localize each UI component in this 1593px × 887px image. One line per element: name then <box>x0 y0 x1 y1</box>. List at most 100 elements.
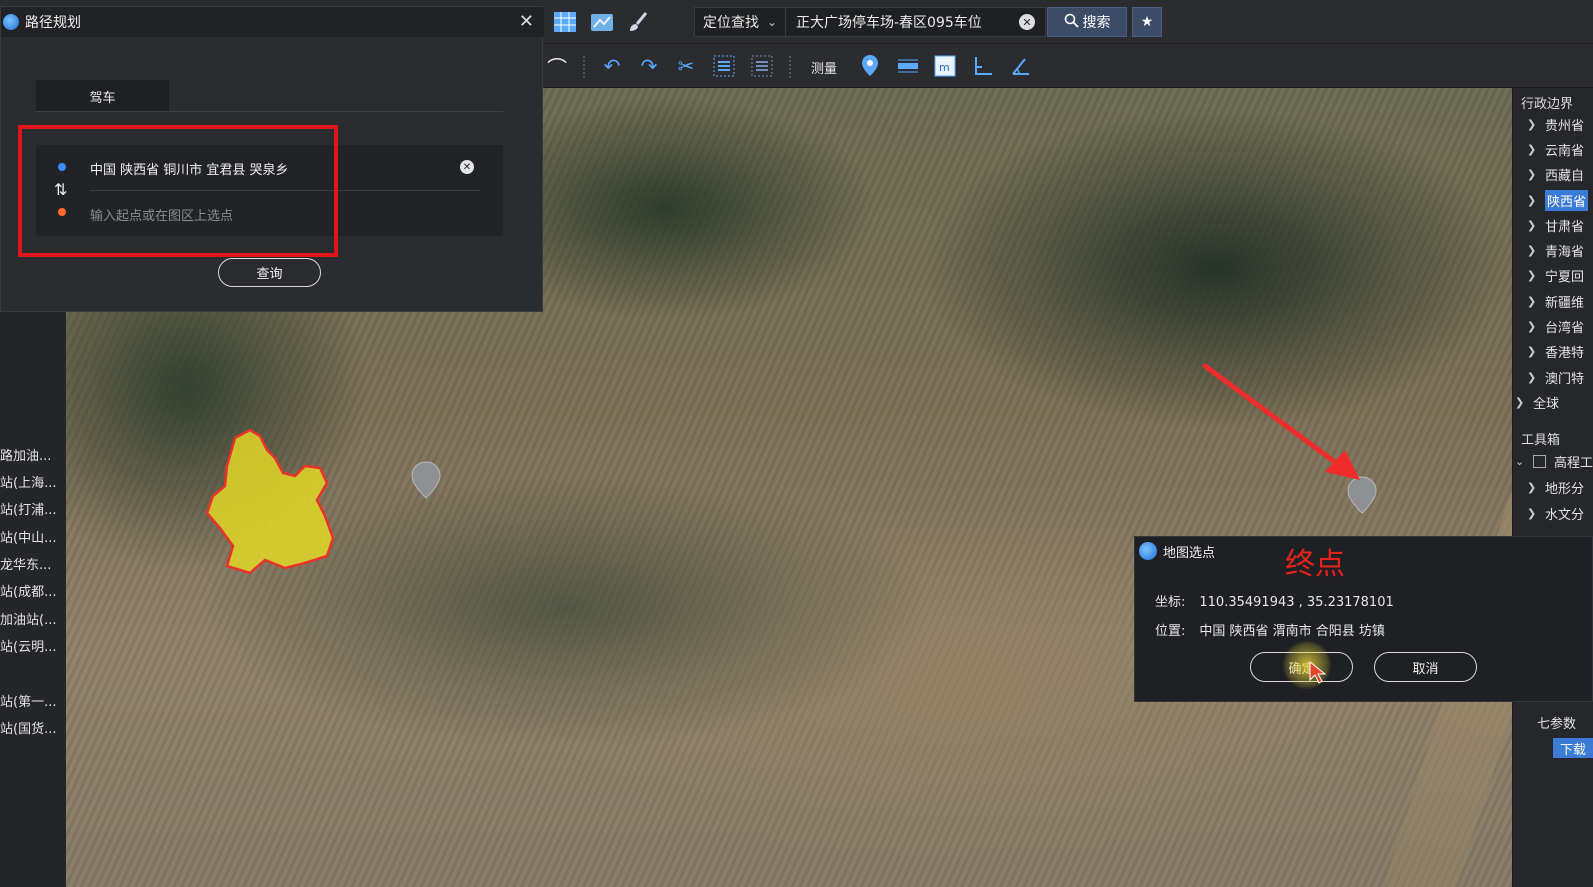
mouse-cursor-icon <box>1309 660 1327 684</box>
chevron-right-icon: ❯ <box>1527 295 1537 308</box>
chevron-right-icon: ❯ <box>1527 507 1537 520</box>
scissors-icon[interactable]: ✂ <box>672 52 700 80</box>
coordinate-value: 110.35491943 , 35.23178101 <box>1199 595 1394 610</box>
seven-param-label: 七参数 <box>1537 717 1577 732</box>
download-button[interactable]: 下载 <box>1553 738 1593 758</box>
distance-icon[interactable] <box>894 52 922 80</box>
search-value: 正大广场停车场-春区095车位 <box>796 15 982 31</box>
position-row: 位置: 中国 陕西省 渭南市 合阳县 坊镇 <box>1155 620 1385 639</box>
chevron-right-icon: ❯ <box>1527 371 1537 384</box>
chevron-right-icon: ❯ <box>1527 481 1537 494</box>
query-button[interactable]: 查询 <box>218 258 321 287</box>
svg-text:m: m <box>939 61 950 74</box>
chevron-down-icon: ⌄ <box>1515 455 1525 468</box>
dialog-title: 路径规划 <box>25 15 81 31</box>
undo-icon[interactable]: ↶ <box>598 52 626 80</box>
edit-toolbar: ⌒ ↶ ↷ ✂ 测量 m <box>543 44 1593 88</box>
list-item[interactable]: 站(打浦... <box>0 499 56 518</box>
lasso-icon[interactable]: ⌒ <box>543 52 571 80</box>
chevron-right-icon: ❯ <box>1527 219 1537 232</box>
list-item[interactable]: 加油站(... <box>0 609 56 628</box>
position-label: 位置: <box>1155 624 1186 639</box>
dialog-title-bar[interactable]: 路径规划 ✕ <box>1 7 544 37</box>
chevron-right-icon: ❯ <box>1527 143 1537 156</box>
cancel-button[interactable]: 取消 <box>1374 652 1477 682</box>
tree-item-region[interactable]: ❯ 香港特 <box>1527 342 1584 361</box>
grid-map-icon[interactable] <box>551 8 579 36</box>
list-item[interactable]: 站(上海... <box>0 472 56 491</box>
poi-result-list: 路加油... 站(上海... 站(打浦... 站(中山... 龙华东... 站(… <box>0 310 66 887</box>
chevron-right-icon: ❯ <box>1515 396 1525 409</box>
coordinate-label: 坐标: <box>1155 595 1186 610</box>
list-item[interactable]: 站(国货... <box>0 718 56 737</box>
tree-item-tool[interactable]: ❯ 水文分 <box>1527 504 1584 523</box>
tree-item-region[interactable]: ❯ 甘肃省 <box>1527 216 1584 235</box>
list-select-icon[interactable] <box>710 52 738 80</box>
dialog-title-bar[interactable]: 地图选点 <box>1135 537 1593 565</box>
search-button[interactable]: 搜索 <box>1047 7 1127 37</box>
search-input[interactable]: 正大广场停车场-春区095车位 ✕ <box>786 7 1046 37</box>
right-layer-panel: 行政边界 ❯ 贵州省 ❯ 云南省 ❯ 西藏自 ❯ 陕西省 ❯ 甘肃省 ❯ 青海省 ❯ 宁夏回 … <box>1512 88 1593 887</box>
toolbar-separator <box>789 56 793 78</box>
coordinate-row: 坐标: 110.35491943 , 35.23178101 <box>1155 591 1394 610</box>
brush-icon[interactable] <box>624 8 652 36</box>
clear-search-icon[interactable]: ✕ <box>1019 14 1035 30</box>
map-pin-icon[interactable] <box>411 461 441 499</box>
tree-item-region[interactable]: ❯ 新疆维 <box>1527 292 1584 311</box>
end-point-annotation: 终点 <box>1285 547 1345 582</box>
tree-item-tool[interactable]: ❯ 地形分 <box>1527 478 1584 497</box>
favorite-button[interactable]: ★ <box>1132 7 1162 37</box>
chevron-right-icon: ❯ <box>1527 118 1537 131</box>
measure-label: 测量 <box>811 62 838 77</box>
locate-mode-label: 定位查找 <box>703 15 759 31</box>
app-logo-icon <box>1139 542 1157 560</box>
search-button-label: 搜索 <box>1082 15 1111 31</box>
list-item[interactable]: 路加油... <box>0 445 51 464</box>
tree-item-region[interactable]: ❯ 台湾省 <box>1527 317 1584 336</box>
close-icon[interactable]: ✕ <box>519 11 534 32</box>
map-layer-icon[interactable] <box>588 8 616 36</box>
chevron-right-icon: ❯ <box>1527 320 1537 333</box>
search-icon <box>1064 13 1079 32</box>
chevron-down-icon: ⌄ <box>766 15 777 29</box>
tree-item-tool[interactable]: ⌄ 高程工 <box>1515 452 1593 471</box>
angle-icon[interactable] <box>1006 52 1034 80</box>
list-item[interactable]: 站(中山... <box>0 527 56 546</box>
tree-item-region[interactable]: ❯ 西藏自 <box>1527 165 1584 184</box>
admin-boundary-title: 行政边界 <box>1521 97 1574 112</box>
area-icon[interactable]: m <box>931 52 959 80</box>
list-item[interactable]: 龙华东... <box>0 554 51 573</box>
locate-mode-select[interactable]: 定位查找 ⌄ <box>694 7 786 37</box>
star-icon: ★ <box>1140 14 1154 30</box>
tree-item-region[interactable]: ❯ 云南省 <box>1527 140 1584 159</box>
list-item[interactable]: 站(成都... <box>0 581 56 600</box>
height-icon[interactable] <box>969 52 997 80</box>
list-item[interactable]: 站(第一... <box>0 691 56 710</box>
chevron-right-icon: ❯ <box>1527 244 1537 257</box>
tree-item-global[interactable]: ❯ 全球 <box>1515 393 1559 412</box>
route-planning-dialog: 路径规划 ✕ 驾车 中国 陕西省 铜川市 宜君县 哭泉乡 ✕ ⇅ 输入起点或在图… <box>0 6 544 312</box>
annotation-highlight-box <box>18 125 338 257</box>
tree-item-region-selected[interactable]: ❯ 陕西省 <box>1527 190 1589 211</box>
location-pin-icon[interactable] <box>856 52 884 80</box>
map-pick-dialog: 地图选点 终点 坐标: 110.35491943 , 35.23178101 位置… <box>1134 536 1593 702</box>
tab-drive[interactable]: 驾车 <box>36 80 169 112</box>
list-item[interactable]: 站(云明... <box>0 636 56 655</box>
tab-underline <box>36 111 503 112</box>
list-deselect-icon[interactable] <box>748 52 776 80</box>
clear-start-icon[interactable]: ✕ <box>460 160 474 174</box>
grid-icon <box>1533 455 1546 468</box>
chevron-right-icon: ❯ <box>1527 194 1537 207</box>
app-logo-icon <box>3 14 19 30</box>
annotation-arrow <box>1202 363 1360 480</box>
tree-item-region[interactable]: ❯ 贵州省 <box>1527 115 1584 134</box>
redo-icon[interactable]: ↷ <box>635 52 663 80</box>
tree-item-region[interactable]: ❯ 澳门特 <box>1527 368 1584 387</box>
toolbox-title: 工具箱 <box>1521 433 1561 448</box>
tree-item-region[interactable]: ❯ 宁夏回 <box>1527 266 1584 285</box>
chevron-right-icon: ❯ <box>1527 168 1537 181</box>
highlighted-region[interactable] <box>205 428 340 578</box>
toolbar-separator <box>583 56 587 78</box>
dialog-title: 地图选点 <box>1163 545 1216 561</box>
tree-item-region[interactable]: ❯ 青海省 <box>1527 241 1584 260</box>
